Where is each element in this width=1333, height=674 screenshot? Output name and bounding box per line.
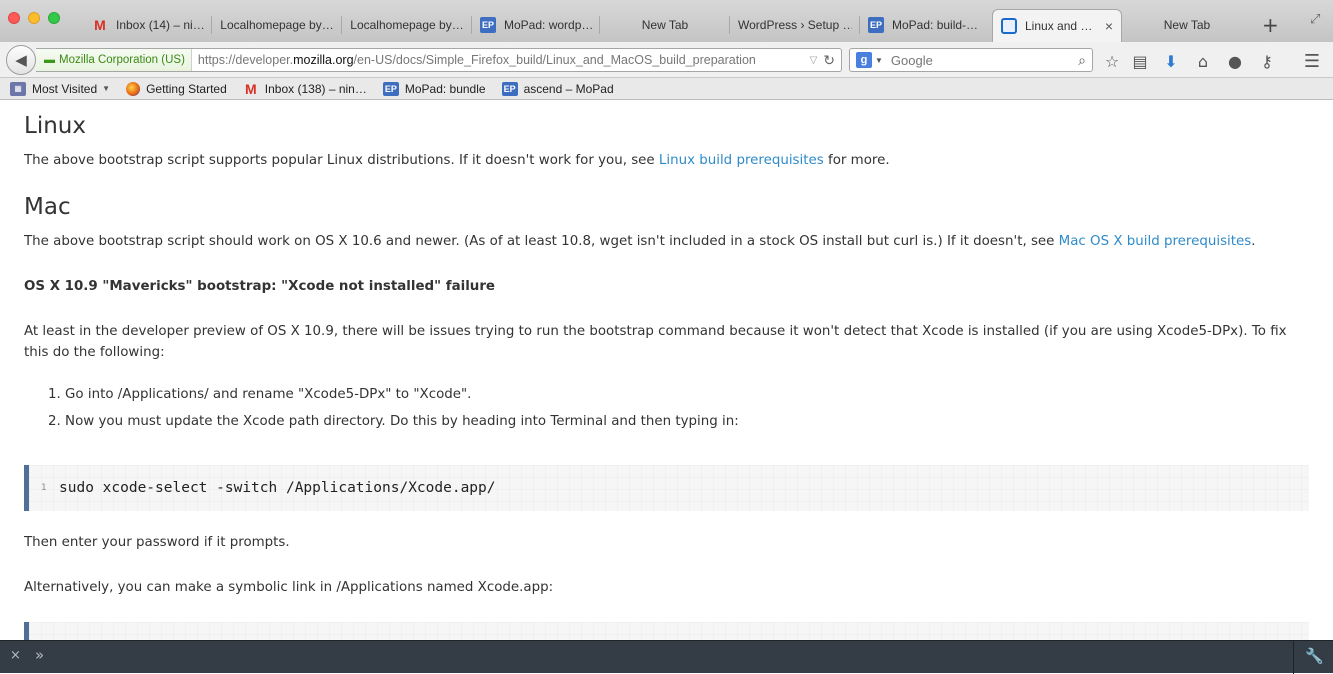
search-input[interactable] bbox=[888, 51, 1079, 69]
mavericks-heading: OS X 10.9 "Mavericks" bootstrap: "Xcode … bbox=[24, 279, 496, 294]
close-tab-icon[interactable]: × bbox=[1105, 18, 1113, 34]
fullscreen-icon[interactable]: ⤢ bbox=[1310, 12, 1320, 27]
tab-mopad-wordp[interactable]: EP MoPad: wordp… bbox=[472, 8, 600, 42]
bookmark-most-visited[interactable]: ▦ Most Visited ▼ bbox=[10, 81, 111, 96]
tab-localhomepage-1[interactable]: Localhomepage by… bbox=[212, 8, 342, 42]
search-icon[interactable]: ⌕ bbox=[1078, 52, 1086, 69]
bookmark-ascend-mopad[interactable]: EP ascend – MoPad bbox=[501, 81, 614, 96]
code-line[interactable]: sudo xcode-select -switch /Applications/… bbox=[59, 480, 496, 496]
google-engine-icon[interactable]: g bbox=[856, 52, 872, 68]
identity-label: Mozilla Corporation (US) bbox=[59, 54, 185, 66]
url-text[interactable]: https://developer.mozilla.org/en-US/docs… bbox=[192, 53, 804, 67]
bookmarks-menu-icon[interactable]: ▤ bbox=[1130, 51, 1150, 71]
gmail-icon: M bbox=[94, 17, 106, 33]
chat-icon[interactable]: ● bbox=[1225, 51, 1245, 71]
tab-label: New Tab bbox=[641, 18, 689, 32]
close-devtoolbar-icon[interactable]: × bbox=[10, 648, 21, 663]
url-bar[interactable]: ▬ Mozilla Corporation (US) https://devel… bbox=[36, 48, 842, 72]
mac-heading: Mac bbox=[24, 194, 71, 220]
code-block bbox=[24, 622, 1309, 640]
mdn-icon bbox=[1001, 18, 1017, 34]
lock-icon: ▬ bbox=[44, 54, 55, 66]
tab-linux-and-mac[interactable]: Linux and … × bbox=[992, 9, 1122, 42]
tab-label: MoPad: wordp… bbox=[504, 18, 592, 32]
tab-new-tab-1[interactable]: New Tab bbox=[600, 8, 730, 42]
firefox-icon bbox=[126, 81, 141, 96]
tab-label: Localhomepage by… bbox=[350, 18, 464, 32]
command-line-input[interactable] bbox=[52, 647, 1282, 667]
tab-new-tab-2[interactable]: New Tab bbox=[1124, 8, 1250, 42]
linux-prereq-link[interactable]: Linux build prerequisites bbox=[659, 153, 824, 168]
key-icon[interactable]: ⚷ bbox=[1257, 51, 1277, 71]
mavericks-paragraph: At least in the developer preview of OS … bbox=[24, 324, 1287, 360]
ep-icon: EP bbox=[501, 81, 518, 96]
window-close-button[interactable] bbox=[8, 12, 20, 24]
bookmark-star-icon[interactable]: ☆ bbox=[1102, 51, 1122, 71]
code-line-number: 1 bbox=[41, 483, 47, 493]
bookmark-mopad-bundle[interactable]: EP MoPad: bundle bbox=[382, 81, 486, 96]
bookmark-inbox[interactable]: M Inbox (138) – nin… bbox=[243, 80, 367, 97]
back-arrow-icon: ◀ bbox=[15, 51, 27, 69]
tab-localhomepage-2[interactable]: Localhomepage by… bbox=[342, 8, 472, 42]
reload-icon[interactable]: ↻ bbox=[823, 52, 835, 69]
linux-paragraph: The above bootstrap script supports popu… bbox=[24, 153, 890, 168]
command-prompt-icon: » bbox=[35, 646, 45, 664]
site-identity[interactable]: ▬ Mozilla Corporation (US) bbox=[36, 49, 192, 71]
url-history-dropdown-icon[interactable]: ▽ bbox=[810, 55, 818, 66]
tab-label: WordPress › Setup … bbox=[738, 18, 852, 32]
folder-icon: ▦ bbox=[10, 81, 26, 96]
password-paragraph: Then enter your password if it prompts. bbox=[24, 535, 290, 550]
tab-label: Localhomepage by… bbox=[220, 18, 334, 32]
back-button[interactable]: ◀ bbox=[6, 45, 36, 75]
tab-label: Inbox (14) – ni… bbox=[116, 18, 204, 32]
home-icon[interactable]: ⌂ bbox=[1193, 51, 1213, 71]
developer-toolbar: × » 🔧 bbox=[0, 640, 1333, 674]
code-block: 1 sudo xcode-select -switch /Application… bbox=[24, 465, 1309, 511]
tab-strip: M Inbox (14) – ni… Localhomepage by… Loc… bbox=[0, 0, 1333, 42]
mac-prereq-link[interactable]: Mac OS X build prerequisites bbox=[1059, 234, 1252, 249]
search-bar[interactable]: g ▼ ⌕ bbox=[849, 48, 1093, 72]
engine-dropdown-icon[interactable]: ▼ bbox=[875, 56, 883, 65]
navigation-toolbar: ▬ Mozilla Corporation (US) https://devel… bbox=[0, 42, 1333, 78]
wrench-icon[interactable]: 🔧 bbox=[1305, 647, 1324, 665]
list-item: 1. Go into /Applications/ and rename "Xc… bbox=[48, 387, 472, 402]
linux-heading: Linux bbox=[24, 113, 86, 139]
tab-label: MoPad: build-… bbox=[892, 18, 979, 32]
tab-wordpress-setup[interactable]: WordPress › Setup … bbox=[730, 8, 860, 42]
list-item: 2. Now you must update the Xcode path di… bbox=[48, 414, 739, 429]
tab-inbox[interactable]: M Inbox (14) – ni… bbox=[84, 8, 212, 42]
bookmark-getting-started[interactable]: Getting Started bbox=[126, 81, 227, 96]
mac-paragraph: The above bootstrap script should work o… bbox=[24, 234, 1256, 249]
menu-icon[interactable]: ☰ bbox=[1302, 51, 1322, 72]
symlink-paragraph: Alternatively, you can make a symbolic l… bbox=[24, 580, 554, 595]
tab-mopad-build[interactable]: EP MoPad: build-… bbox=[860, 8, 990, 42]
tab-label: New Tab bbox=[1163, 18, 1211, 32]
ep-icon: EP bbox=[868, 17, 884, 33]
page-content: Linux The above bootstrap script support… bbox=[0, 101, 1333, 640]
window-zoom-button[interactable] bbox=[48, 12, 60, 24]
gmail-icon: M bbox=[244, 80, 257, 97]
chevron-down-icon: ▼ bbox=[102, 84, 111, 93]
ep-icon: EP bbox=[382, 81, 399, 96]
tab-label: Linux and … bbox=[1025, 19, 1093, 33]
window-minimize-button[interactable] bbox=[28, 12, 40, 24]
ep-icon: EP bbox=[480, 17, 496, 33]
downloads-icon[interactable]: ⬇ bbox=[1161, 51, 1181, 71]
new-tab-button[interactable]: + bbox=[1262, 15, 1279, 35]
bookmarks-toolbar: ▦ Most Visited ▼ Getting Started M Inbox… bbox=[0, 78, 1333, 100]
